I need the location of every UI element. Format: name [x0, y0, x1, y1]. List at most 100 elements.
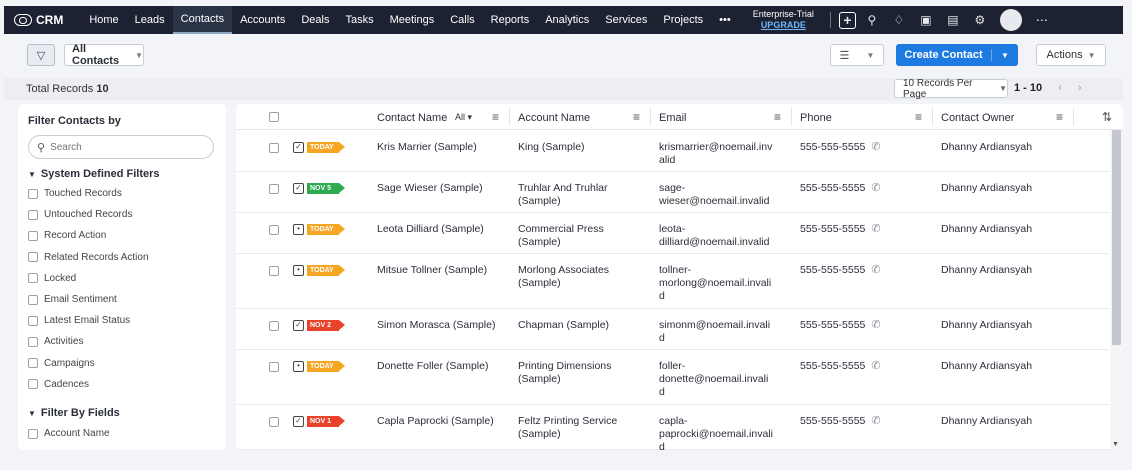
filter-option[interactable]: Activities — [28, 336, 83, 347]
row-checkbox[interactable] — [269, 362, 279, 372]
contact-name-link[interactable]: Capla Paprocki (Sample) — [377, 415, 494, 428]
phone-icon[interactable]: ✆ — [871, 319, 880, 331]
account-name-cell[interactable]: Printing Dimensions (Sample) — [518, 360, 648, 386]
row-checkbox[interactable] — [269, 143, 279, 153]
previous-page-icon[interactable]: ‹ — [1058, 82, 1062, 94]
phone-cell[interactable]: 555-555-5555 ✆ — [800, 319, 881, 332]
filter-option[interactable]: Record Action — [28, 230, 106, 241]
contact-name-link[interactable]: Leota Dilliard (Sample) — [377, 223, 484, 236]
records-per-page-select[interactable]: 10 Records Per Page ▼ — [894, 78, 1008, 100]
filter-option[interactable]: Untouched Records — [28, 209, 132, 220]
account-name-cell[interactable]: Feltz Printing Service (Sample) — [518, 415, 648, 441]
header-email[interactable]: Email — [659, 112, 687, 124]
nav-tab-calls[interactable]: Calls — [442, 6, 482, 34]
list-view-button[interactable]: ☰ ▼ — [830, 44, 884, 66]
column-settings-icon[interactable]: ⇅ — [1102, 110, 1112, 124]
contact-name-link[interactable]: Kris Marrier (Sample) — [377, 141, 477, 154]
table-row[interactable]: ✓ NOV 2 Simon Morasca (Sample) Chapman (Sam… — [236, 309, 1109, 350]
email-cell[interactable]: sage-wieser@noemail.invalid — [659, 182, 789, 208]
contact-name-link[interactable]: Donette Foller (Sample) — [377, 360, 488, 373]
all-filter-dropdown[interactable]: All ▾ — [455, 112, 472, 123]
nav-tab-deals[interactable]: Deals — [293, 6, 337, 34]
meeting-calendar-icon[interactable]: • — [293, 265, 304, 276]
search-icon[interactable]: ⚲ — [861, 9, 883, 31]
filter-checkbox[interactable] — [28, 294, 38, 305]
filter-option[interactable]: Email Sentiment — [28, 294, 117, 305]
filter-option[interactable]: Touched Records — [28, 188, 122, 199]
table-row[interactable]: ✓ NOV 1 Capla Paprocki (Sample) Feltz Print… — [236, 405, 1109, 450]
filter-section-header[interactable]: ▼ Filter By Fields — [28, 407, 120, 419]
column-menu-icon[interactable]: ≡ — [492, 110, 499, 124]
filter-checkbox[interactable] — [28, 188, 38, 199]
nav-tab-contacts[interactable]: Contacts — [172, 6, 233, 34]
sidebar-search[interactable]: ⚲ — [28, 135, 214, 159]
email-cell[interactable]: tollner-morlong@noemail.invali d — [659, 264, 789, 303]
header-contact-owner[interactable]: Contact Owner — [941, 112, 1014, 124]
filter-option[interactable]: Related Records Action — [28, 252, 149, 263]
sidebar-search-input[interactable] — [50, 141, 201, 153]
marketplace-icon[interactable]: ▤ — [942, 9, 964, 31]
account-name-cell[interactable]: Truhlar And Truhlar (Sample) — [518, 182, 648, 208]
phone-cell[interactable]: 555-555-5555 ✆ — [800, 415, 881, 428]
upgrade-link[interactable]: UPGRADE — [753, 20, 814, 31]
filter-checkbox[interactable] — [28, 315, 38, 326]
filter-toggle-button[interactable]: ▽ — [27, 44, 55, 66]
view-selector[interactable]: All Contacts ▼ — [64, 43, 144, 67]
table-row[interactable]: ✓ NOV 5 Sage Wieser (Sample) Truhlar And Tr… — [236, 172, 1109, 213]
column-menu-icon[interactable]: ≡ — [633, 110, 640, 124]
filter-option[interactable]: Latest Email Status — [28, 315, 130, 326]
gear-icon[interactable]: ⚙ — [969, 9, 991, 31]
header-account-name[interactable]: Account Name — [518, 112, 590, 124]
row-checkbox[interactable] — [269, 417, 279, 427]
filter-checkbox[interactable] — [28, 428, 38, 439]
phone-icon[interactable]: ✆ — [871, 141, 880, 153]
column-menu-icon[interactable]: ≡ — [915, 110, 922, 124]
column-menu-icon[interactable]: ≡ — [774, 110, 781, 124]
phone-icon[interactable]: ✆ — [871, 264, 880, 276]
phone-icon[interactable]: ✆ — [871, 415, 880, 427]
create-dropdown-chevron-icon[interactable]: ▼ — [992, 51, 1018, 60]
account-name-cell[interactable]: Commercial Press (Sample) — [518, 223, 648, 249]
phone-cell[interactable]: 555-555-5555 ✆ — [800, 360, 881, 373]
select-all-checkbox[interactable] — [269, 112, 279, 122]
table-scrollbar[interactable]: ▼ — [1110, 130, 1123, 450]
task-check-icon[interactable]: ✓ — [293, 142, 304, 153]
task-check-icon[interactable]: ✓ — [293, 416, 304, 427]
meeting-calendar-icon[interactable]: • — [293, 361, 304, 372]
row-checkbox[interactable] — [269, 266, 279, 276]
phone-icon[interactable]: ✆ — [871, 360, 880, 372]
crm-logo[interactable]: CRM — [14, 13, 63, 27]
filter-checkbox[interactable] — [28, 379, 38, 390]
filter-checkbox[interactable] — [28, 336, 38, 347]
table-row[interactable]: ✓ TODAY Kris Marrier (Sample) King (Sample)… — [236, 131, 1109, 172]
filter-checkbox[interactable] — [28, 358, 38, 369]
row-checkbox[interactable] — [269, 321, 279, 331]
scroll-thumb[interactable] — [1112, 130, 1121, 345]
nav-tab-meetings[interactable]: Meetings — [382, 6, 443, 34]
apps-grid-icon[interactable]: ⋯ — [1036, 13, 1048, 27]
filter-section-header[interactable]: ▼ System Defined Filters — [28, 168, 160, 180]
header-contact-name[interactable]: Contact Name — [377, 112, 447, 124]
actions-button[interactable]: Actions ▼ — [1036, 44, 1106, 66]
table-row[interactable]: • TODAY Mitsue Tollner (Sample) Morlong Ass… — [236, 254, 1109, 309]
phone-icon[interactable]: ✆ — [871, 223, 880, 235]
nav-tab-tasks[interactable]: Tasks — [337, 6, 381, 34]
table-row[interactable]: • TODAY Donette Foller (Sample) Printing Di… — [236, 350, 1109, 405]
phone-cell[interactable]: 555-555-5555 ✆ — [800, 141, 881, 154]
quick-create-plus-icon[interactable]: + — [838, 11, 856, 29]
email-cell[interactable]: foller-donette@noemail.invali d — [659, 360, 789, 399]
meeting-calendar-icon[interactable]: • — [293, 224, 304, 235]
row-checkbox[interactable] — [269, 225, 279, 235]
nav-tab-leads[interactable]: Leads — [127, 6, 173, 34]
nav-tab-services[interactable]: Services — [597, 6, 655, 34]
phone-cell[interactable]: 555-555-5555 ✆ — [800, 264, 881, 277]
calendar-icon[interactable]: ▣ — [915, 9, 937, 31]
filter-checkbox[interactable] — [28, 273, 38, 284]
email-cell[interactable]: krismarrier@noemail.inv alid — [659, 141, 789, 167]
phone-cell[interactable]: 555-555-5555 ✆ — [800, 182, 881, 195]
task-check-icon[interactable]: ✓ — [293, 183, 304, 194]
column-menu-icon[interactable]: ≡ — [1056, 110, 1063, 124]
filter-option[interactable]: Campaigns — [28, 358, 95, 369]
email-cell[interactable]: capla-paprocki@noemail.invali d — [659, 415, 789, 450]
account-name-cell[interactable]: King (Sample) — [518, 141, 648, 154]
